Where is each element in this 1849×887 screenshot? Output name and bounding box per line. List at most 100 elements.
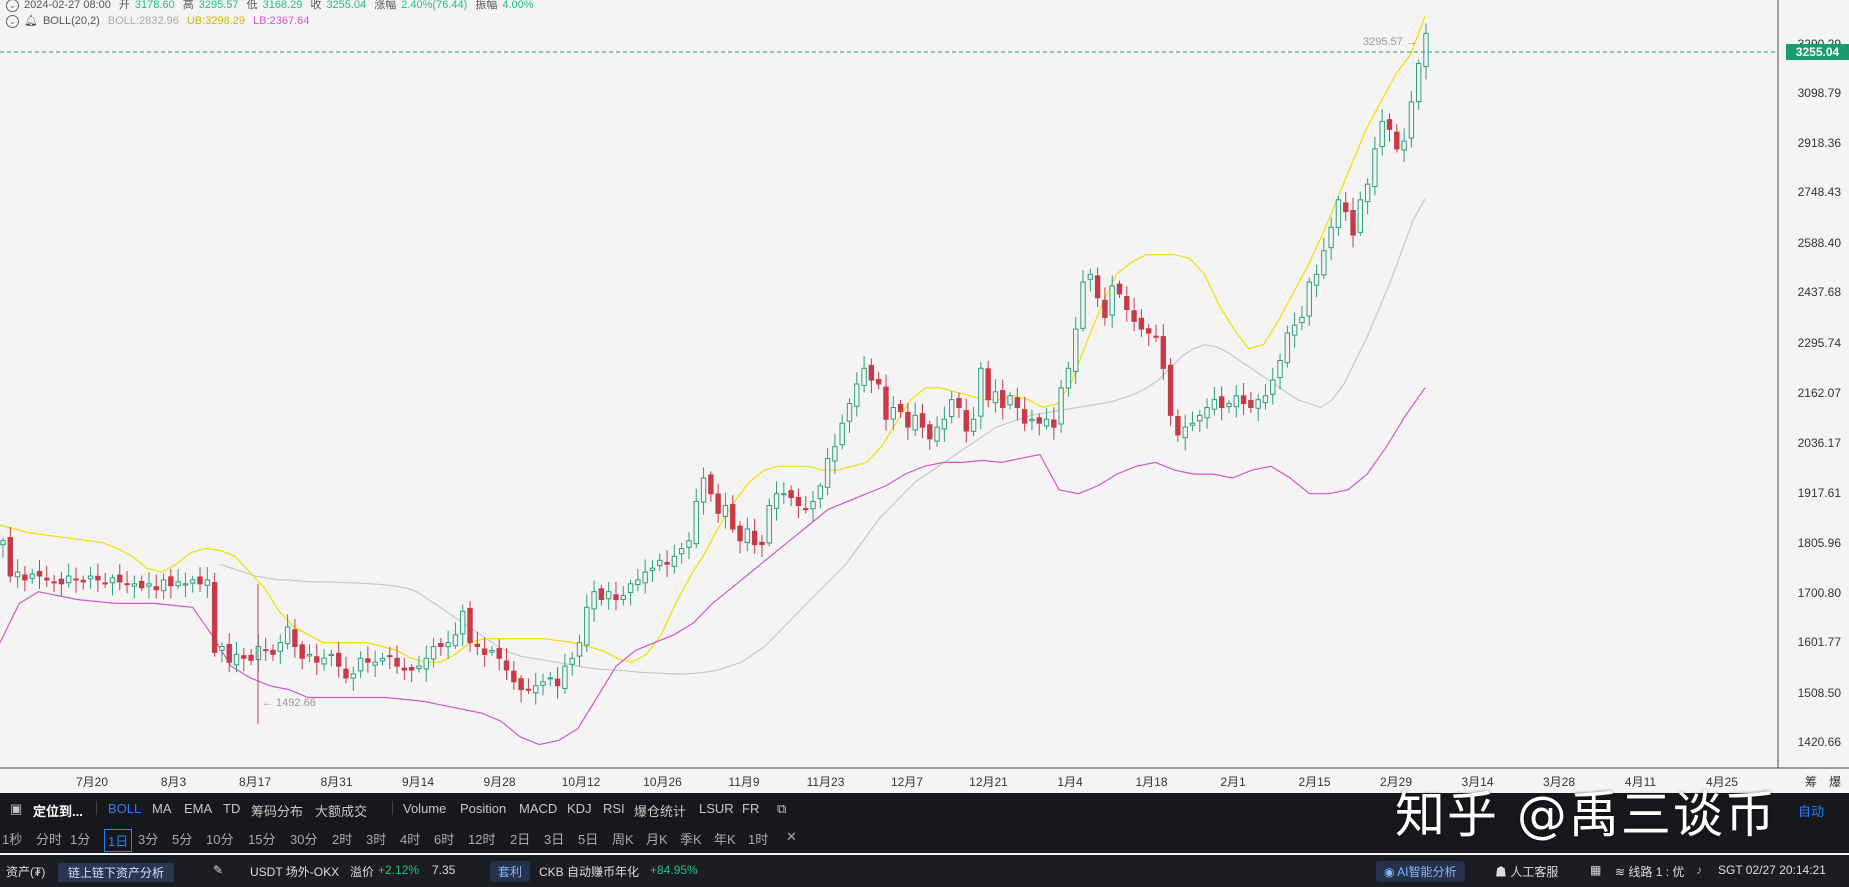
- candle-body: [905, 411, 911, 428]
- interval-18[interactable]: 月K: [646, 829, 668, 848]
- tab-volume[interactable]: Volume: [403, 801, 446, 816]
- interval-7[interactable]: 15分: [248, 829, 275, 848]
- interval-21[interactable]: 1时: [748, 829, 768, 848]
- interval-17[interactable]: 周K: [612, 829, 634, 848]
- candle-body: [832, 446, 838, 462]
- chip-label[interactable]: 筹: [1805, 773, 1817, 790]
- interval-1[interactable]: 分时: [36, 829, 62, 848]
- interval-10[interactable]: 3时: [366, 829, 386, 848]
- status-bar: 资产(₮) 链上链下资产分析 ✎ USDT 场外-OKX 溢价 +2.12% 7…: [0, 855, 1849, 887]
- candle-body: [0, 540, 6, 546]
- candle-body: [481, 648, 488, 655]
- candle-body: [1306, 281, 1312, 317]
- candle-body: [1248, 399, 1254, 409]
- candle-body: [1014, 397, 1021, 409]
- interval-16[interactable]: 5日: [578, 829, 598, 848]
- candle-body: [87, 575, 94, 580]
- candle-body: [58, 578, 65, 585]
- tab-ma[interactable]: MA: [152, 801, 172, 816]
- tab-position[interactable]: Position: [460, 801, 506, 816]
- tab-macd[interactable]: MACD: [519, 801, 557, 816]
- candle-body: [138, 580, 145, 589]
- candle-body: [1153, 335, 1159, 338]
- ckb-label[interactable]: CKB 自动赚币年化: [539, 863, 639, 880]
- candle-body: [394, 657, 400, 667]
- collapse-icon[interactable]: ⌄: [6, 0, 19, 12]
- candle-body: [496, 648, 502, 659]
- candle-body: [569, 657, 575, 665]
- locate-button[interactable]: 定位到...: [33, 801, 83, 820]
- candle-body: [204, 579, 211, 586]
- interval-8[interactable]: 30分: [290, 829, 317, 848]
- arbitrage-badge[interactable]: 套利: [490, 861, 531, 882]
- interval-20[interactable]: 年K: [714, 829, 736, 848]
- candle-body: [102, 582, 108, 585]
- candle-body: [270, 649, 276, 655]
- calendar-icon[interactable]: ▣: [10, 801, 22, 817]
- tab-liquidation[interactable]: 爆仓统计: [634, 801, 686, 820]
- tab-fr[interactable]: FR: [742, 801, 759, 816]
- interval-4[interactable]: 3分: [138, 829, 158, 848]
- premium-label: 溢价: [350, 865, 375, 879]
- pen-icon[interactable]: ✎: [213, 863, 223, 877]
- tab-large-trades[interactable]: 大额成交: [315, 801, 367, 820]
- interval-14[interactable]: 2日: [510, 829, 530, 848]
- customer-service-button[interactable]: ☗ 人工客服: [1495, 863, 1558, 880]
- candle-body: [737, 525, 743, 542]
- candle-body: [1182, 426, 1188, 439]
- tab-ema[interactable]: EMA: [184, 801, 212, 816]
- interval-19[interactable]: 季K: [680, 829, 702, 848]
- candle-body: [80, 579, 86, 583]
- interval-2[interactable]: 1分: [70, 829, 90, 848]
- tab-kdj[interactable]: KDJ: [567, 801, 592, 816]
- candle-body: [95, 575, 101, 581]
- candle-body: [978, 367, 984, 417]
- ub-value: UB:3298.29: [186, 15, 246, 27]
- candle-body: [416, 665, 422, 670]
- qr-icon[interactable]: ▦: [1590, 863, 1601, 877]
- candle-body: [51, 581, 57, 584]
- candle-body: [1284, 332, 1291, 364]
- assets-label[interactable]: 资产(₮): [6, 863, 45, 880]
- candle-body: [649, 567, 656, 572]
- clock: SGT 02/27 20:14:21: [1718, 863, 1826, 877]
- close-icon[interactable]: ✕: [786, 829, 797, 845]
- bar-date: 2024-02-27 08:00: [24, 0, 111, 11]
- interval-15[interactable]: 3日: [544, 829, 564, 848]
- candle-body: [1423, 32, 1429, 68]
- liq-label[interactable]: 爆: [1829, 773, 1841, 790]
- tab-boll[interactable]: BOLL: [108, 801, 141, 816]
- otc-pair[interactable]: USDT 场外-OKX: [250, 863, 339, 880]
- interval-6[interactable]: 10分: [206, 829, 233, 848]
- candle-body: [1029, 418, 1035, 422]
- interval-0[interactable]: 1秒: [2, 829, 22, 848]
- candle-body: [1036, 417, 1042, 424]
- candle-body: [1058, 387, 1064, 425]
- tab-chip[interactable]: 筹码分布: [251, 801, 303, 820]
- interval-12[interactable]: 6时: [434, 829, 454, 848]
- boll-mid-line: [219, 198, 1426, 675]
- candle-body: [197, 576, 203, 585]
- bell-icon[interactable]: 🔔︎: [24, 15, 38, 27]
- interval-11[interactable]: 4时: [400, 829, 420, 848]
- interval-13[interactable]: 12时: [468, 829, 495, 848]
- interval-3[interactable]: 1日: [104, 829, 133, 852]
- network-line[interactable]: ≋ 线路 1 : 优: [1615, 863, 1684, 880]
- collapse-icon[interactable]: ⌄: [6, 14, 19, 28]
- ckb-rate: +84.95%: [650, 863, 698, 877]
- asset-analysis-button[interactable]: 链上链下资产分析: [58, 863, 175, 882]
- candle-body: [379, 657, 386, 662]
- auto-button[interactable]: 自动: [1798, 801, 1824, 820]
- time-tick-label: 11月9: [728, 775, 760, 789]
- tab-td[interactable]: TD: [223, 801, 240, 816]
- edit-icon[interactable]: ⧉: [777, 801, 786, 817]
- candle-body: [1343, 202, 1349, 213]
- bell-icon[interactable]: ♪: [1696, 863, 1702, 877]
- candle-body: [1189, 422, 1196, 426]
- candlestick-chart[interactable]: 3295.57 → ← 1492.66: [0, 0, 1849, 793]
- tab-lsur[interactable]: LSUR: [699, 801, 734, 816]
- interval-5[interactable]: 5分: [172, 829, 192, 848]
- tab-rsi[interactable]: RSI: [603, 801, 625, 816]
- interval-9[interactable]: 2时: [332, 829, 352, 848]
- ai-analysis-button[interactable]: ◉ AI智能分析: [1376, 861, 1465, 882]
